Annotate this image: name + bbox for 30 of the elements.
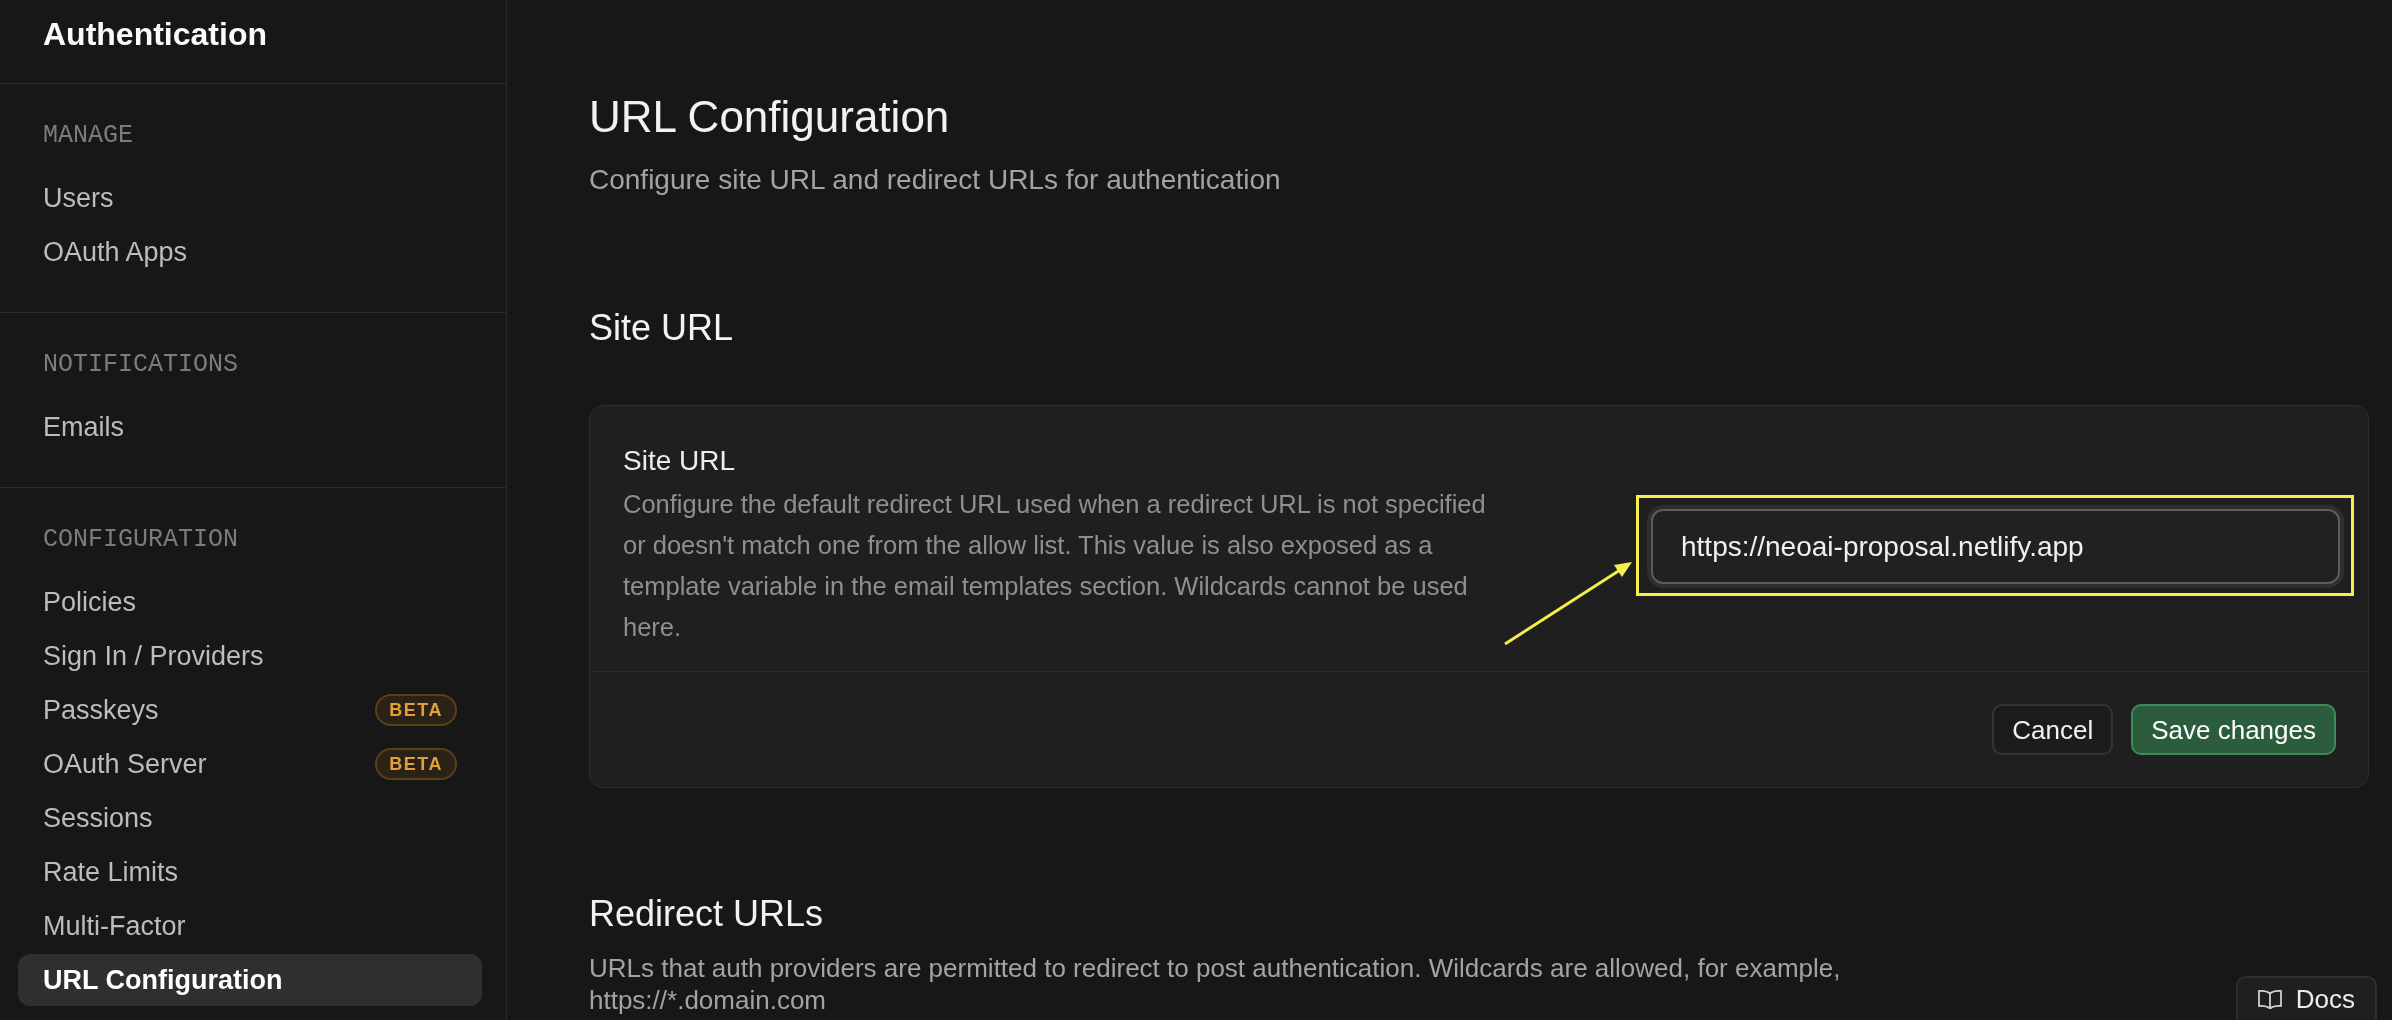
sidebar-item[interactable]: Passkeys BETA	[18, 684, 482, 736]
section-heading: Redirect URLs	[589, 892, 824, 936]
cancel-button[interactable]: Cancel	[1992, 704, 2114, 755]
sidebar-item[interactable]: Sessions	[18, 792, 482, 844]
field-description: Configure the default redirect URL used when a redirect URL is not specified or doesn't match one from the allow list. This value is also exposed as a template variable in the email templates section. Wildcards cannot be used here.	[623, 489, 1487, 643]
section-label: CONFIGURATION	[43, 524, 239, 556]
sidebar-item[interactable]: Policies	[18, 576, 482, 628]
sidebar-item[interactable]: Rate Limits	[18, 846, 482, 898]
url-input[interactable]: https://neoai-proposal.netlify.app	[1651, 509, 2340, 584]
section-description: URLs that auth providers are permitted to redirect to post authentication. Wildcards are allowed, for example, https://*.domain.com	[589, 952, 1842, 1016]
sidebar-item[interactable]: Emails	[18, 401, 482, 453]
beta-badge: BETA	[375, 694, 457, 726]
book-icon	[2257, 989, 2282, 1009]
section-label: NOTIFICATIONS	[43, 349, 239, 381]
sidebar-item[interactable]: Sign In / Providers	[18, 630, 482, 682]
section-heading: Site URL	[589, 306, 734, 350]
sidebar-item[interactable]: OAuth Server BETA	[18, 738, 482, 790]
page-title: URL Configuration	[589, 91, 950, 143]
docs-button[interactable]: Docs	[2235, 976, 2377, 1020]
save-button[interactable]: Save changes	[2131, 704, 2336, 755]
section-label: MANAGE	[43, 120, 133, 152]
page-subtitle: Configure site URL and redirect URLs for authentication	[589, 163, 1282, 197]
sidebar-item[interactable]: Users	[18, 172, 482, 224]
sidebar-item[interactable]: OAuth Apps	[18, 226, 482, 278]
sidebar-title: Authentication	[43, 15, 267, 54]
docs-label: Docs	[2295, 982, 2355, 1016]
beta-badge: BETA	[375, 748, 457, 780]
sidebar-item[interactable]: Multi-Factor	[18, 900, 482, 952]
sidebar-item[interactable]: URL Configuration	[18, 954, 482, 1006]
field-label: Site URL	[623, 444, 736, 478]
